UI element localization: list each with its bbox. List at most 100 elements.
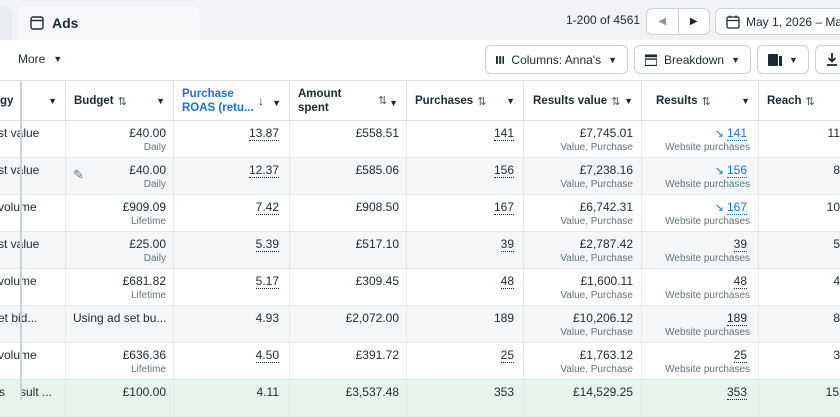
budget-value: £40.00 <box>129 126 166 140</box>
results-count[interactable]: 25 <box>733 348 747 363</box>
results-count-wrapper: ↘ 156 <box>714 163 747 178</box>
sort-icon[interactable]: ⇅ <box>378 94 387 108</box>
results-value-type: Value, Purchase <box>560 142 633 153</box>
sort-icon[interactable]: ⇅ <box>118 95 127 108</box>
edit-pencil-icon[interactable]: ✎ <box>73 167 84 183</box>
column-header-reach[interactable]: Reach ⇅ <box>759 81 840 121</box>
cell-budget[interactable]: £636.36 Lifetime <box>66 343 174 380</box>
caret-down-icon[interactable]: ▼ <box>741 96 750 106</box>
results-count[interactable]: 141 <box>726 126 747 141</box>
cell-results[interactable]: 39 Website purchases <box>642 232 759 269</box>
cell-purchases: 167 <box>407 195 524 232</box>
results-type: Website purchases <box>665 179 750 190</box>
caret-down-icon[interactable]: ▼ <box>506 96 515 106</box>
sort-icon[interactable]: ⇅ <box>702 95 711 108</box>
cell-budget[interactable]: £25.00 Daily <box>66 232 174 269</box>
caret-down-icon[interactable]: ▼ <box>272 96 281 110</box>
cell-budget[interactable]: £40.00 Daily ✎ <box>66 158 174 195</box>
pagination-range: 1-200 of 4561 <box>566 13 641 27</box>
cell-purchases: 25 <box>407 343 524 380</box>
column-header-bid-strategy[interactable]: gy ▼ <box>0 81 66 121</box>
results-count[interactable]: 48 <box>733 274 747 289</box>
sort-icon[interactable]: ⇅ <box>806 95 815 108</box>
cell-budget[interactable]: Using ad set bu... <box>66 306 174 343</box>
cell-budget[interactable]: £909.09 Lifetime <box>66 195 174 232</box>
budget-value: £636.36 <box>122 348 166 362</box>
results-count[interactable]: 189 <box>726 311 747 326</box>
roas-value: 7.42 <box>255 200 279 215</box>
tab-previous[interactable] <box>0 6 12 40</box>
bid-strategy-text: et bid... <box>0 311 38 325</box>
sort-icon[interactable]: ⇅ <box>477 95 486 108</box>
budget-type: Lifetime <box>130 290 166 301</box>
cell-budget[interactable]: £40.00 Daily <box>66 121 174 158</box>
table-row[interactable]: volume £681.82 Lifetime 5.17 £309.45 48 £1,600… <box>0 269 840 306</box>
cell-results-value: £10,206.12 Value, Purchase <box>524 306 642 343</box>
cell-purchase-roas: 5.39 <box>174 232 290 269</box>
cell-amount-spent: £309.45 <box>290 269 407 306</box>
amount-spent-value: £309.45 <box>355 274 399 288</box>
reports-button[interactable]: ▼ <box>757 45 809 74</box>
column-header-results-value[interactable]: Results value ⇅ ▼ <box>524 81 642 121</box>
cell-results[interactable]: ↘ 167 Website purchases <box>642 195 759 232</box>
trend-arrow-icon: ↘ <box>714 202 724 214</box>
more-button[interactable]: More ▼ <box>18 52 62 66</box>
table-row[interactable]: st value £40.00 Daily ✎ 12.37 £585.06 156 £7,23… <box>0 158 840 195</box>
budget-value: £25.00 <box>129 237 166 251</box>
cell-results[interactable]: ↘ 156 Website purchases <box>642 158 759 195</box>
caret-down-icon: ▼ <box>789 54 798 65</box>
column-header-label: Reach <box>767 95 802 107</box>
results-count[interactable]: 156 <box>726 163 747 178</box>
more-label: More <box>18 52 46 66</box>
caret-down-icon[interactable]: ▼ <box>48 96 57 106</box>
cell-bid-strategy: st value <box>0 121 66 158</box>
results-type: Website purchases <box>665 253 750 264</box>
frozen-column-divider <box>20 81 22 400</box>
cell-results[interactable]: 25 Website purchases <box>642 343 759 380</box>
table-row[interactable]: volume £909.09 Lifetime 7.42 £908.50 167 £6,74… <box>0 195 840 232</box>
column-header-budget[interactable]: Budget ⇅ ▼ <box>66 81 174 121</box>
results-count[interactable]: 167 <box>726 200 747 215</box>
results-type: Website purchases <box>665 216 750 227</box>
cell-results[interactable]: ↘ 141 Website purchases <box>642 121 759 158</box>
total-results-value: £14,529.25 <box>572 385 633 399</box>
tab-ads[interactable]: Ads <box>18 6 200 40</box>
columns-button[interactable]: Columns: Anna's ▼ <box>485 45 628 74</box>
budget-value: £40.00 <box>129 163 166 177</box>
column-header-purchase-roas[interactable]: Purchase ROAS (retu... ↓ ▼ <box>174 81 290 121</box>
trend-arrow-icon: ↘ <box>714 165 724 177</box>
column-header-purchases[interactable]: Purchases ⇅ ▼ <box>407 81 524 121</box>
sort-icon[interactable]: ⇅ <box>611 95 620 108</box>
cell-results[interactable]: 48 Website purchases <box>642 269 759 306</box>
caret-down-icon[interactable]: ▼ <box>624 96 633 106</box>
table-row[interactable]: volume £636.36 Lifetime 4.50 £391.72 25 £1,763… <box>0 343 840 380</box>
date-range-button[interactable]: May 1, 2026 – May <box>715 8 840 35</box>
column-header-results[interactable]: Results ⇅ ▼ <box>642 81 759 121</box>
purchases-value: 156 <box>493 163 514 178</box>
results-value-amount: £6,742.31 <box>579 200 633 214</box>
caret-down-icon[interactable]: ▼ <box>389 96 398 110</box>
total-results-value-cell: £14,529.25 <box>524 380 642 417</box>
caret-down-icon[interactable]: ▼ <box>156 96 165 106</box>
next-page-button[interactable]: ▶ <box>679 9 710 34</box>
results-value-type: Value, Purchase <box>560 364 633 375</box>
table-row[interactable]: et bid... Using ad set bu... 4.93 £2,072.00… <box>0 306 840 343</box>
table-row[interactable]: st value £25.00 Daily 5.39 £517.10 39 £2,787.4… <box>0 232 840 269</box>
results-count[interactable]: 39 <box>733 237 747 252</box>
prev-page-button[interactable]: ◀ <box>647 9 679 34</box>
cell-budget[interactable]: £681.82 Lifetime <box>66 269 174 306</box>
tab-ads-label: Ads <box>52 15 79 31</box>
budget-type: Daily <box>143 179 166 190</box>
export-button[interactable] <box>815 45 840 74</box>
date-range-label: May 1, 2026 – May <box>746 14 840 29</box>
results-type: Website purchases <box>665 364 750 375</box>
calendar-icon <box>726 15 740 29</box>
breakdown-button[interactable]: Breakdown ▼ <box>634 45 751 74</box>
cell-reach: 10 <box>759 195 840 232</box>
cell-amount-spent: £2,072.00 <box>290 306 407 343</box>
total-roas-cell: 4.11 <box>174 380 290 417</box>
table-row[interactable]: st value £40.00 Daily 13.87 £558.51 141 £7,745… <box>0 121 840 158</box>
sort-descending-icon[interactable]: ↓ <box>258 94 264 108</box>
cell-results[interactable]: 189 Website purchases <box>642 306 759 343</box>
column-header-amount-spent[interactable]: Amount spent ⇅ ▼ <box>290 81 407 121</box>
